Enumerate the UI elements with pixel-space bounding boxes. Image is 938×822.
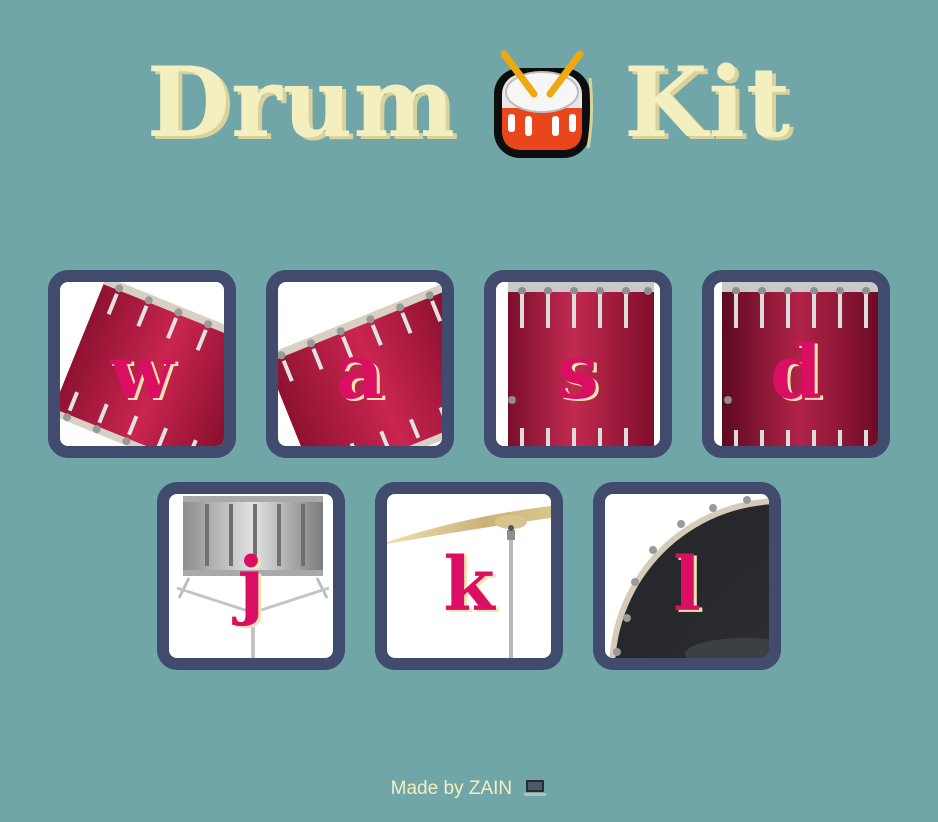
laptop-icon: [523, 780, 548, 796]
drum-button-a[interactable]: a: [266, 270, 454, 458]
drum-key-label: w: [110, 330, 174, 416]
page-title: Drum Kit: [0, 38, 938, 168]
drum-button-s[interactable]: s: [484, 270, 672, 458]
drum-key-label: j: [237, 542, 265, 628]
footer: Made by ZAIN: [0, 778, 938, 800]
drum-emoji-icon: [493, 50, 594, 158]
drum-button-d[interactable]: d: [702, 270, 890, 458]
drum-key-label: k: [443, 542, 495, 628]
drum-button-j[interactable]: j: [157, 482, 345, 670]
drum-key-label: l: [672, 542, 702, 628]
drum-button-l[interactable]: l: [593, 482, 781, 670]
drum-button-k[interactable]: k: [375, 482, 563, 670]
drum-row-bottom: j k l: [0, 482, 938, 670]
drum-row-top: w a s d: [0, 270, 938, 458]
drum-button-w[interactable]: w: [48, 270, 236, 458]
title-word-kit: Kit: [623, 46, 792, 159]
title-word-drum: Drum: [146, 46, 456, 159]
drum-key-label: s: [557, 330, 599, 416]
footer-credit: Made by ZAIN: [390, 778, 513, 799]
drum-key-label: d: [770, 330, 822, 416]
drum-key-label: a: [336, 330, 384, 416]
